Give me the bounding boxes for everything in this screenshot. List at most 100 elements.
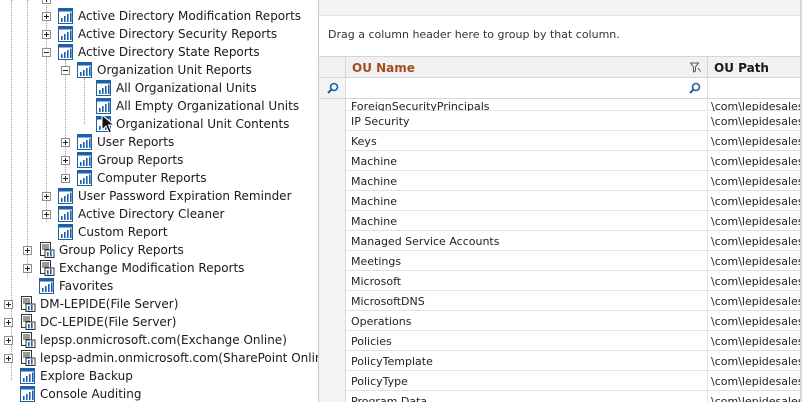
ou-name-cell[interactable]: Machine bbox=[346, 211, 708, 231]
ou-grid[interactable]: Drag a column header here to group by th… bbox=[319, 0, 802, 402]
tree-item[interactable]: Group Policy Reports bbox=[23, 241, 184, 259]
table-row[interactable]: Machine\com\lepidesales\S bbox=[319, 211, 802, 231]
row-indicator[interactable] bbox=[319, 271, 346, 291]
tree-item[interactable]: lepsp.onmicrosoft.com(Exchange Online) bbox=[4, 331, 287, 349]
ou-path-cell[interactable]: \com\lepidesales\S bbox=[708, 311, 802, 331]
ou-path-cell[interactable]: \com\lepidesales\S bbox=[708, 371, 802, 391]
tree-item[interactable]: All Empty Organizational Units bbox=[80, 97, 299, 115]
expand-icon[interactable] bbox=[61, 137, 70, 147]
row-indicator[interactable] bbox=[319, 331, 346, 351]
row-indicator[interactable] bbox=[319, 391, 346, 402]
table-row[interactable]: Microsoft\com\lepidesales\S bbox=[319, 271, 802, 291]
ou-path-cell[interactable]: \com\lepidesales\M bbox=[708, 231, 802, 251]
row-indicator[interactable] bbox=[319, 351, 346, 371]
table-row[interactable]: Machine\com\lepidesales\S bbox=[319, 151, 802, 171]
expand-icon[interactable] bbox=[42, 11, 51, 21]
tree-item[interactable]: Active Directory State Reports bbox=[42, 43, 260, 61]
filter-icon[interactable] bbox=[690, 62, 701, 73]
table-row[interactable]: PolicyTemplate\com\lepidesales\S bbox=[319, 351, 802, 371]
table-row[interactable]: Program Data\com\lepidesales\P bbox=[319, 391, 802, 402]
table-row[interactable]: Policies\com\lepidesales\S bbox=[319, 331, 802, 351]
expand-icon[interactable] bbox=[4, 299, 13, 309]
tree-item[interactable]: DM-LEPIDE(File Server) bbox=[4, 295, 178, 313]
table-row[interactable]: PolicyType\com\lepidesales\S bbox=[319, 371, 802, 391]
ou-name-cell[interactable]: ForeignSecurityPrincipals bbox=[346, 99, 708, 111]
expand-icon[interactable] bbox=[61, 155, 70, 165]
ou-name-cell[interactable]: Program Data bbox=[346, 391, 708, 402]
row-indicator[interactable] bbox=[319, 231, 346, 251]
ou-path-cell[interactable]: \com\lepidesales\S bbox=[708, 171, 802, 191]
table-row[interactable]: MicrosoftDNS\com\lepidesales\S bbox=[319, 291, 802, 311]
row-indicator[interactable] bbox=[319, 191, 346, 211]
group-by-panel[interactable]: Drag a column header here to group by th… bbox=[319, 16, 802, 52]
ou-name-cell[interactable]: PolicyType bbox=[346, 371, 708, 391]
tree-item[interactable]: Custom Report bbox=[42, 223, 168, 241]
table-row[interactable]: Operations\com\lepidesales\S bbox=[319, 311, 802, 331]
ou-path-cell[interactable]: \com\lepidesales\S bbox=[708, 251, 802, 271]
ou-path-cell[interactable]: \com\lepidesales\S bbox=[708, 331, 802, 351]
tree-item[interactable]: Favorites bbox=[23, 277, 113, 295]
row-indicator[interactable] bbox=[319, 291, 346, 311]
ou-path-cell[interactable]: \com\lepidesales\P bbox=[708, 391, 802, 402]
ou-name-cell[interactable]: Machine bbox=[346, 191, 708, 211]
ou-name-filter-input[interactable] bbox=[346, 78, 708, 98]
column-header-ou-name[interactable]: OU Name bbox=[346, 57, 708, 78]
collapse-icon[interactable] bbox=[42, 47, 51, 57]
collapse-icon[interactable] bbox=[61, 65, 70, 75]
tree-item[interactable]: Computer Reports bbox=[61, 169, 207, 187]
table-row[interactable]: Meetings\com\lepidesales\S bbox=[319, 251, 802, 271]
tree-item[interactable]: Active Directory Modification Reports bbox=[42, 7, 301, 25]
ou-name-cell[interactable]: Microsoft bbox=[346, 271, 708, 291]
ou-name-cell[interactable]: Machine bbox=[346, 171, 708, 191]
tree-item[interactable]: Active Directory Security Reports bbox=[42, 25, 277, 43]
expand-icon[interactable] bbox=[4, 353, 13, 363]
row-indicator[interactable] bbox=[319, 151, 346, 171]
table-row[interactable]: Keys\com\lepidesales\K bbox=[319, 131, 802, 151]
row-indicator[interactable] bbox=[319, 371, 346, 391]
tree-item[interactable]: Exchange Modification Reports bbox=[23, 259, 244, 277]
table-row[interactable]: Machine\com\lepidesales\S bbox=[319, 191, 802, 211]
tree-item[interactable]: Group Reports bbox=[61, 151, 183, 169]
ou-name-cell[interactable]: Operations bbox=[346, 311, 708, 331]
ou-path-filter-input[interactable] bbox=[708, 78, 802, 98]
tree-item[interactable]: DC-LEPIDE(File Server) bbox=[4, 313, 176, 331]
expand-icon[interactable] bbox=[23, 263, 32, 273]
row-indicator[interactable] bbox=[319, 111, 346, 131]
ou-name-cell[interactable]: Meetings bbox=[346, 251, 708, 271]
search-icon[interactable] bbox=[689, 82, 701, 94]
ou-path-cell[interactable]: \com\lepidesales\S bbox=[708, 111, 802, 131]
expand-icon[interactable] bbox=[4, 317, 13, 327]
ou-name-cell[interactable]: Managed Service Accounts bbox=[346, 231, 708, 251]
tree-item[interactable]: lepsp-admin.onmicrosoft.com(SharePoint O… bbox=[4, 349, 318, 367]
expand-icon[interactable] bbox=[61, 173, 70, 183]
ou-path-cell[interactable]: \com\lepidesales\S bbox=[708, 291, 802, 311]
ou-path-cell[interactable]: \com\lepidesales\F bbox=[708, 99, 802, 111]
report-tree[interactable]: Active Directory Modification Reports Act… bbox=[0, 0, 318, 402]
expand-icon[interactable] bbox=[4, 335, 13, 345]
ou-path-cell[interactable]: \com\lepidesales\K bbox=[708, 131, 802, 151]
table-row[interactable]: IP Security\com\lepidesales\S bbox=[319, 111, 802, 131]
table-row[interactable]: ForeignSecurityPrincipals \com\lepidesale… bbox=[319, 99, 802, 111]
table-row[interactable]: Managed Service Accounts\com\lepidesales… bbox=[319, 231, 802, 251]
table-row[interactable]: Machine\com\lepidesales\S bbox=[319, 171, 802, 191]
row-indicator[interactable] bbox=[319, 171, 346, 191]
ou-path-cell[interactable]: \com\lepidesales\S bbox=[708, 351, 802, 371]
ou-path-cell[interactable]: \com\lepidesales\S bbox=[708, 151, 802, 171]
tree-item[interactable]: Active Directory Cleaner bbox=[42, 205, 224, 223]
ou-path-cell[interactable]: \com\lepidesales\S bbox=[708, 271, 802, 291]
row-indicator[interactable] bbox=[319, 211, 346, 231]
tree-item[interactable]: All Organizational Units bbox=[80, 79, 257, 97]
expand-icon[interactable] bbox=[42, 191, 51, 201]
expand-icon[interactable] bbox=[42, 209, 51, 219]
row-indicator[interactable] bbox=[319, 311, 346, 331]
tree-item[interactable]: User Password Expiration Reminder bbox=[42, 187, 292, 205]
row-indicator[interactable] bbox=[319, 99, 346, 111]
row-indicator[interactable] bbox=[319, 131, 346, 151]
ou-name-cell[interactable]: MicrosoftDNS bbox=[346, 291, 708, 311]
column-header-ou-path[interactable]: OU Path bbox=[708, 57, 802, 78]
row-indicator[interactable] bbox=[319, 251, 346, 271]
ou-name-cell[interactable]: Keys bbox=[346, 131, 708, 151]
tree-item[interactable]: Console Auditing bbox=[4, 385, 141, 402]
ou-name-cell[interactable]: Policies bbox=[346, 331, 708, 351]
expand-icon[interactable] bbox=[23, 245, 32, 255]
